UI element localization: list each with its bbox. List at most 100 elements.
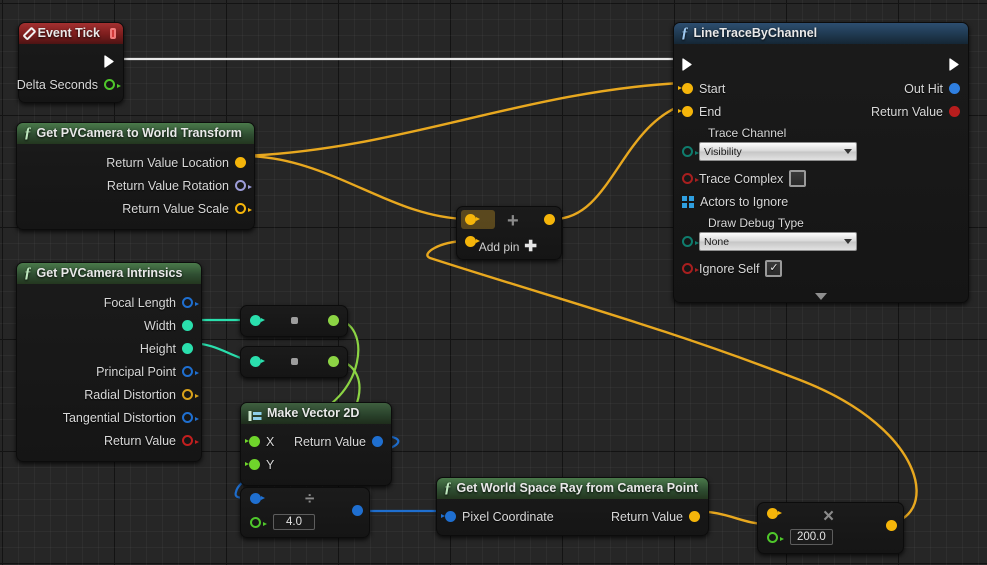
node-get-world-space-ray-from-camera-point[interactable]: ƒ Get World Space Ray from Camera Point … [436,477,709,536]
value-field-multiply[interactable]: 200.0 [790,529,833,545]
pin-row-ignore-self[interactable]: Ignore Self ✓ [682,257,960,280]
pin-row-tangential-distortion[interactable]: Tangential Distortion [25,406,199,429]
pin-add-input-b[interactable] [465,236,480,247]
operator-multiply-icon: × [823,506,835,527]
node-line-trace-by-channel[interactable]: ƒ LineTraceByChannel Start Out Hit End R… [673,22,969,303]
pin-row-exec[interactable] [682,51,960,77]
node-collapse-toggle[interactable] [674,293,968,300]
pin-conv-height-output[interactable] [328,356,339,367]
pin-return-value[interactable] [182,435,199,446]
pin-row-focal-length[interactable]: Focal Length [25,291,199,314]
pin-tangential-distortion[interactable] [182,412,199,423]
pin-row-return-value-location[interactable]: Return Value Location [25,151,246,174]
pin-multiply-input-b[interactable] [767,532,784,543]
pin-pixel-coordinate[interactable] [441,511,456,522]
value-field-divide[interactable]: 4.0 [273,514,315,530]
checkbox-trace-complex[interactable] [789,170,807,187]
pin-start[interactable] [678,83,693,94]
pin-focal-length[interactable] [182,297,199,308]
node-header[interactable]: ƒ LineTraceByChannel [674,23,968,44]
pin-delta-seconds[interactable] [104,79,121,90]
node-header[interactable]: Event Tick [19,23,123,44]
pin-label-return-value-location: Return Value Location [106,155,229,170]
node-header[interactable]: ƒ Get PVCamera Intrinsics [17,263,201,284]
pin-row-delta-seconds[interactable]: Delta Seconds [17,73,121,96]
pin-principal-point[interactable] [182,366,199,377]
pin-end[interactable] [678,106,693,117]
pin-ignore-self[interactable] [682,263,699,274]
pin-return-value[interactable] [949,106,960,117]
pin-label-width: Width [144,318,176,333]
node-conversion-width-to-float[interactable] [240,305,348,337]
exec-in-icon[interactable] [682,57,693,71]
node-conversion-height-to-float[interactable] [240,346,348,378]
pin-row-pixel-coordinate[interactable]: Pixel Coordinate Return Value [441,505,700,528]
pin-width[interactable] [182,320,193,331]
event-stop-icon[interactable] [109,28,116,39]
pin-row-y[interactable]: Y [245,453,383,476]
pin-row-height[interactable]: Height [25,337,193,360]
plus-icon: ✚ [524,238,537,255]
pin-draw-debug-type[interactable] [682,236,699,247]
pin-add-output[interactable] [544,214,555,225]
add-pin-button[interactable]: Add pin ✚ [479,239,537,254]
node-header[interactable]: ƒ Get World Space Ray from Camera Point [437,478,708,499]
pin-return-value-rotation[interactable] [235,180,252,191]
dropdown-draw-debug-type[interactable]: None [699,232,857,251]
checkbox-ignore-self[interactable]: ✓ [765,260,783,277]
exec-out-icon[interactable] [104,54,115,68]
pin-row-radial-distortion[interactable]: Radial Distortion [25,383,199,406]
pin-return-value-location[interactable] [235,157,246,168]
node-header[interactable]: ƒ Get PVCamera to World Transform [17,123,254,144]
pin-y[interactable] [245,459,260,470]
pin-row-return-value-rotation[interactable]: Return Value Rotation [25,174,252,197]
blueprint-graph-canvas[interactable]: Event Tick Delta Seconds ƒ Get PVCamera … [0,0,987,565]
pin-multiply-output[interactable] [886,520,897,531]
field-draw-debug-type[interactable]: Draw Debug Type None [682,216,960,251]
pin-add-input-a[interactable] [465,214,480,225]
pin-x[interactable] [245,436,260,447]
exec-out-icon[interactable] [949,57,960,71]
pin-label-return-value-scale: Return Value Scale [122,201,229,216]
node-vector-add[interactable]: + Add pin ✚ [456,206,562,260]
pin-row-return-value[interactable]: Return Value [25,429,199,452]
pin-row-principal-point[interactable]: Principal Point [25,360,199,383]
node-divide[interactable]: 4.0 ÷ [240,487,370,538]
pin-multiply-input-a[interactable] [767,508,782,519]
pin-row-width[interactable]: Width [25,314,193,337]
pin-row-trace-complex[interactable]: Trace Complex [682,167,960,190]
pin-row-x-returnvalue[interactable]: X Return Value [245,430,383,453]
pin-return-value-scale[interactable] [235,203,252,214]
dropdown-value-draw-debug-type: None [704,235,730,248]
node-event-tick[interactable]: Event Tick Delta Seconds [17,22,124,103]
pin-return-value[interactable] [372,436,383,447]
pin-trace-complex[interactable] [682,173,699,184]
pin-row-return-value-scale[interactable]: Return Value Scale [25,197,252,220]
pin-height[interactable] [182,343,193,354]
pin-conv-height-input[interactable] [250,356,265,367]
field-trace-channel[interactable]: Trace Channel Visibility [682,126,960,161]
pin-radial-distortion[interactable] [182,389,199,400]
pin-row-exec-out[interactable] [27,49,115,73]
node-make-vector-2d[interactable]: Make Vector 2D X Return Value Y [240,402,392,486]
pin-conv-width-output[interactable] [328,315,339,326]
pin-divide-input-b[interactable] [250,517,267,528]
pin-row-start-outhit[interactable]: Start Out Hit [678,77,960,100]
pin-divide-output[interactable] [352,505,363,516]
pin-conv-width-input[interactable] [250,315,265,326]
array-pin-icon[interactable] [682,195,694,208]
pin-row-actors-to-ignore[interactable]: Actors to Ignore [682,190,960,213]
pin-divide-input-a[interactable] [250,493,265,504]
node-header[interactable]: Make Vector 2D [241,403,391,424]
pin-label-radial-distortion: Radial Distortion [84,387,176,402]
dropdown-trace-channel[interactable]: Visibility [699,142,857,161]
pin-label-return-value: Return Value [870,104,943,119]
node-get-pvcamera-intrinsics[interactable]: ƒ Get PVCamera Intrinsics Focal Length W… [16,262,202,462]
pin-trace-channel[interactable] [682,146,699,157]
pin-row-end-returnvalue[interactable]: End Return Value [678,100,960,123]
node-multiply[interactable]: 200.0 × [757,502,904,554]
node-get-pvcamera-to-world-transform[interactable]: ƒ Get PVCamera to World Transform Return… [16,122,255,230]
pin-out-hit[interactable] [949,83,960,94]
pin-return-value[interactable] [689,511,700,522]
add-pin-label: Add pin [478,239,520,254]
